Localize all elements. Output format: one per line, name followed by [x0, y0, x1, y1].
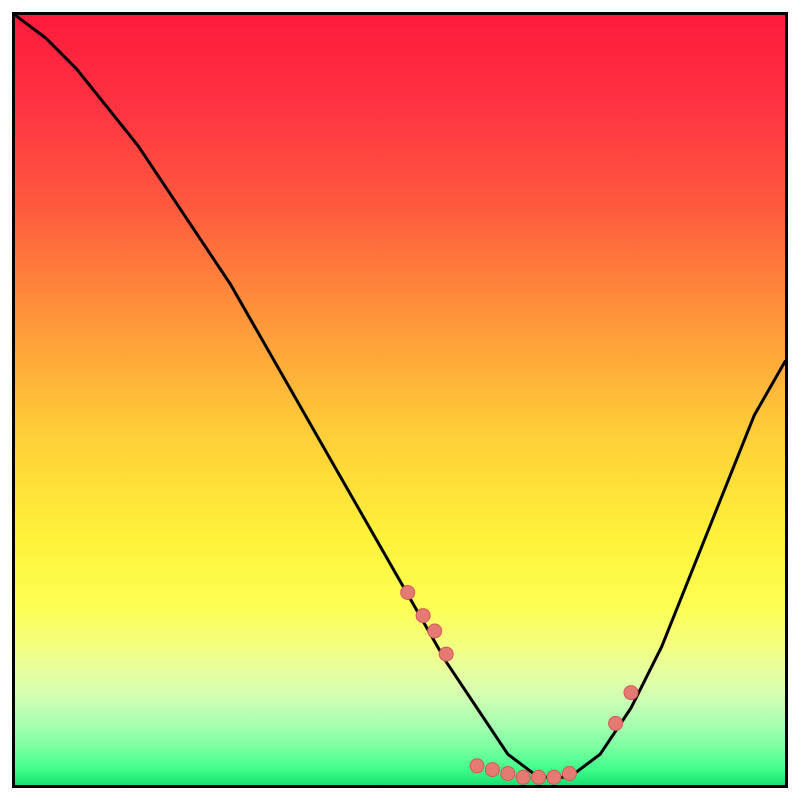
- highlight-dot: [609, 716, 623, 730]
- highlight-dot: [516, 770, 530, 784]
- highlight-dot: [501, 767, 515, 781]
- highlight-dot: [547, 770, 561, 784]
- highlight-dot: [416, 609, 430, 623]
- highlight-dot: [428, 624, 442, 638]
- chart-border: TheBottleneck.com: [12, 12, 788, 788]
- watermark-text: TheBottleneck.com: [634, 12, 785, 17]
- highlight-dot: [470, 759, 484, 773]
- highlight-dot: [485, 763, 499, 777]
- highlight-dot: [562, 767, 576, 781]
- highlight-dot: [401, 586, 415, 600]
- highlight-dot: [439, 647, 453, 661]
- highlight-dot: [532, 770, 546, 784]
- bottleneck-curve: [15, 15, 785, 785]
- highlight-dot: [624, 686, 638, 700]
- chart-frame: TheBottleneck.com: [0, 0, 800, 800]
